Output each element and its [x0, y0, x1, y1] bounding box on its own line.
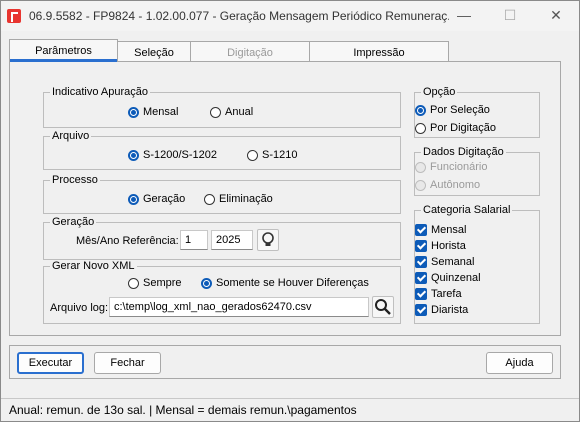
radio-indicator — [201, 277, 212, 289]
group-title: Indicativo Apuração — [52, 86, 149, 98]
checkbox-indicator — [415, 240, 427, 252]
tab-label: Digitação — [227, 47, 273, 59]
checkbox-indicator — [415, 256, 427, 268]
radio-label: Somente se Houver Diferenças — [216, 277, 369, 289]
group-title: Gerar Novo XML — [52, 260, 135, 272]
maximize-button[interactable]: ☐ — [487, 1, 533, 31]
title-bar[interactable]: 06.9.5582 - FP9824 - 1.02.00.077 - Geraç… — [1, 1, 579, 31]
radio-sempre[interactable]: Sempre — [128, 277, 182, 289]
radio-label: Eliminação — [219, 193, 273, 205]
radio-label: Por Seleção — [430, 104, 490, 116]
checkbox-label: Semanal — [431, 256, 475, 268]
radio-geracao[interactable]: Geração — [128, 193, 185, 205]
checkbox-indicator — [415, 272, 427, 284]
radio-label: S-1210 — [262, 149, 298, 161]
radio-eliminacao[interactable]: Eliminação — [204, 193, 273, 205]
log-path-input[interactable]: c:\temp\log_xml_nao_gerados62470.csv — [109, 297, 369, 317]
tab-label: Parâmetros — [35, 45, 92, 57]
browse-log-button[interactable] — [372, 296, 394, 318]
checkbox-indicator — [415, 304, 427, 316]
checkbox-indicator — [415, 288, 427, 300]
tab-selecao[interactable]: Seleção — [117, 41, 191, 62]
radio-por-selecao[interactable]: Por Seleção — [415, 104, 490, 116]
close-window-button[interactable]: ✕ — [533, 1, 579, 31]
year-input[interactable]: 2025 — [211, 230, 253, 250]
close-button[interactable]: Fechar — [94, 352, 161, 374]
radio-indicator — [415, 179, 426, 191]
window-title: 06.9.5582 - FP9824 - 1.02.00.077 - Geraç… — [29, 9, 449, 23]
checkbox-label: Quinzenal — [431, 272, 481, 284]
radio-label: Mensal — [143, 106, 179, 118]
tab-parametros[interactable]: Parâmetros — [9, 39, 118, 62]
main-window: 06.9.5582 - FP9824 - 1.02.00.077 - Geraç… — [0, 0, 580, 422]
radio-anual[interactable]: Anual — [210, 106, 253, 118]
tab-impressao[interactable]: Impressão — [309, 41, 449, 62]
radio-mensal[interactable]: Mensal — [128, 106, 178, 118]
radio-label: Autônomo — [430, 179, 481, 191]
checkbox-label: Tarefa — [431, 288, 462, 300]
app-logo-icon — [7, 9, 21, 23]
radio-label: Anual — [225, 106, 254, 118]
bulb-icon — [262, 232, 274, 246]
radio-indicator — [415, 161, 426, 173]
checkbox-label: Diarista — [431, 304, 469, 316]
group-title: Geração — [52, 216, 95, 228]
radio-indicator — [204, 193, 215, 205]
execute-button[interactable]: Executar — [17, 352, 84, 374]
help-button[interactable]: Ajuda — [486, 352, 553, 374]
mes-ano-label: Mês/Ano Referência: — [76, 235, 179, 247]
radio-label: Geração — [143, 193, 186, 205]
minimize-button[interactable]: — — [441, 1, 487, 31]
radio-indicator — [415, 122, 426, 134]
lookup-button[interactable] — [257, 229, 279, 251]
checkbox-indicator — [415, 224, 427, 236]
radio-indicator — [128, 193, 139, 205]
checkbox-quinzenal[interactable]: Quinzenal — [415, 272, 481, 284]
group-title: Opção — [423, 86, 456, 98]
radio-s1210[interactable]: S-1210 — [247, 149, 297, 161]
radio-indicator — [128, 149, 139, 161]
checkbox-tarefa[interactable]: Tarefa — [415, 288, 462, 300]
status-bar: Anual: remun. de 13o sal. | Mensal = dem… — [1, 398, 579, 421]
tab-label: Seleção — [134, 47, 174, 59]
month-input[interactable]: 1 — [180, 230, 208, 250]
radio-indicator — [210, 106, 221, 118]
checkbox-label: Mensal — [431, 224, 467, 236]
radio-autonomo: Autônomo — [415, 179, 480, 191]
radio-indicator — [128, 277, 139, 289]
radio-por-digitacao[interactable]: Por Digitação — [415, 122, 496, 134]
checkbox-semanal[interactable]: Semanal — [415, 256, 474, 268]
checkbox-diarista[interactable]: Diarista — [415, 304, 468, 316]
radio-label: Por Digitação — [430, 122, 497, 134]
arquivo-group: Arquivo — [43, 130, 401, 170]
group-title: Dados Digitação — [423, 146, 504, 158]
tab-label: Impressão — [353, 47, 405, 59]
radio-somente-diferencas[interactable]: Somente se Houver Diferenças — [201, 277, 369, 289]
group-title: Arquivo — [52, 130, 90, 142]
radio-indicator — [128, 106, 139, 118]
radio-label: S-1200/S-1202 — [143, 149, 217, 161]
radio-label: Sempre — [143, 277, 182, 289]
parametros-panel: Indicativo Apuração Mensal Anual Arquivo… — [9, 61, 561, 336]
arquivo-log-label: Arquivo log: — [50, 302, 109, 314]
radio-label: Funcionário — [430, 161, 488, 173]
group-title: Processo — [52, 174, 98, 186]
tab-digitacao: Digitação — [190, 41, 310, 62]
checkbox-mensal[interactable]: Mensal — [415, 224, 466, 236]
checkbox-horista[interactable]: Horista — [415, 240, 466, 252]
radio-indicator — [247, 149, 258, 161]
radio-s1200[interactable]: S-1200/S-1202 — [128, 149, 217, 161]
active-tab-indicator — [10, 59, 117, 62]
radio-funcionario: Funcionário — [415, 161, 487, 173]
group-title: Categoria Salarial — [423, 204, 511, 216]
button-bar: Executar Fechar Ajuda — [9, 345, 561, 379]
checkbox-label: Horista — [431, 240, 466, 252]
search-icon — [375, 299, 391, 315]
radio-indicator — [415, 104, 426, 116]
